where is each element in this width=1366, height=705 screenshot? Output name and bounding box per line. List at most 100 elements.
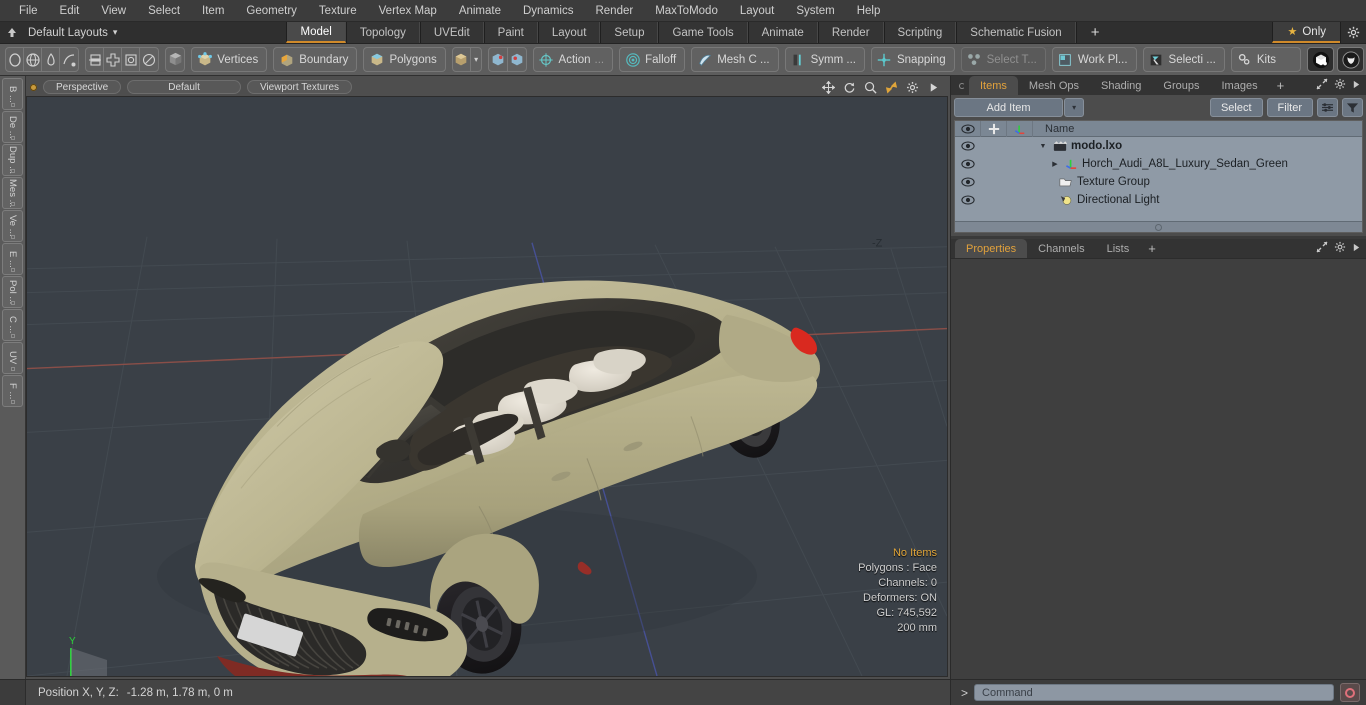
globe-icon[interactable] [24,48,43,71]
tab-items[interactable]: Items [969,76,1018,95]
menu-item-dynamics[interactable]: Dynamics [512,0,584,22]
pen-icon[interactable] [42,48,61,71]
boundary-button[interactable]: Boundary [273,47,358,72]
row-visibility-eye-icon[interactable] [955,159,981,169]
default-layouts-dropdown[interactable]: Default Layouts ▾ [24,22,127,43]
left-tab-vertex[interactable]: Ve ... [2,210,23,242]
kits-button[interactable]: Kits [1230,47,1302,72]
eye-icon[interactable] [955,120,981,137]
viewport-view-mode[interactable]: Perspective [43,80,122,94]
tab-schematic-fusion[interactable]: Schematic Fusion [956,22,1076,43]
paint-a-icon[interactable] [489,48,508,71]
tree-item-mesh[interactable]: ▶ Horch_Audi_A8L_Luxury_Sedan_Green [1033,158,1362,170]
select-button[interactable]: Select [1209,98,1263,117]
cross-icon[interactable] [104,48,123,71]
left-tab-edge[interactable]: E ... [2,243,23,275]
table-row[interactable]: ▶ Horch_Audi_A8L_Luxury_Sedan_Green [955,155,1362,173]
menu-item-maxtomodo[interactable]: MaxToModo [644,0,729,22]
gear-icon[interactable] [1334,78,1346,93]
table-row[interactable]: Texture Group [955,173,1362,191]
zoom-icon[interactable] [863,80,877,94]
row-visibility-eye-icon[interactable] [955,195,981,205]
tab-images[interactable]: Images [1211,76,1269,95]
menu-item-render[interactable]: Render [584,0,644,22]
tab-topology[interactable]: Topology [345,22,420,43]
viewport-shading-mode[interactable]: Viewport Textures [246,80,353,94]
tab-animate[interactable]: Animate [747,22,818,43]
record-icon[interactable] [1340,683,1360,702]
viewport-active-dot[interactable] [30,83,37,91]
pan-icon[interactable] [821,80,835,94]
vertices-button[interactable]: Vertices [191,47,268,72]
left-tab-curve[interactable]: C ... [2,309,23,341]
only-toggle[interactable]: ★ Only [1272,22,1341,43]
gear-icon[interactable] [1340,22,1366,43]
expander-icon[interactable]: ▼ [1037,143,1049,150]
polygons-button[interactable]: Polygons [363,47,446,72]
tab-properties[interactable]: Properties [955,239,1028,258]
falloff-button[interactable]: Falloff [619,47,686,72]
home-arrow-icon[interactable] [0,22,24,43]
expand-icon[interactable] [1316,241,1328,256]
3d-viewport[interactable]: -Z Y No Items Polygons: Face Channels: … [26,96,948,677]
menu-item-edit[interactable]: Edit [49,0,91,22]
tab-uvedit[interactable]: UVEdit [419,22,484,43]
tab-mesh-ops[interactable]: Mesh Ops [1018,76,1090,95]
rotate-icon[interactable] [842,80,856,94]
lock-icon[interactable] [981,120,1007,137]
filter-button[interactable]: Filter [1266,98,1313,117]
menu-item-layout[interactable]: Layout [729,0,786,22]
fit-icon[interactable] [884,80,898,94]
items-tree-scrollbar[interactable] [955,221,1362,232]
list-options-icon[interactable] [1317,98,1338,117]
menu-item-file[interactable]: File [8,0,49,22]
chevron-down-icon[interactable]: ▾ [471,48,482,71]
cube-icon[interactable] [166,48,184,71]
curve-icon[interactable] [60,48,78,71]
circle-icon[interactable] [6,48,25,71]
symmetry-button[interactable]: Symm ... [784,47,865,72]
ellipse-icon[interactable] [140,48,158,71]
tab-render[interactable]: Render [817,22,884,43]
selection-cube-icon[interactable] [453,48,471,71]
tab-setup[interactable]: Setup [600,22,659,43]
square-center-icon[interactable] [122,48,141,71]
gear-icon[interactable] [905,80,919,94]
tab-paint[interactable]: Paint [483,22,538,43]
tab-layout[interactable]: Layout [537,22,601,43]
command-input[interactable]: Command [974,684,1334,701]
scroll-handle-icon[interactable] [1155,223,1162,231]
action-center-button[interactable]: Action ... [532,47,614,72]
menu-item-geometry[interactable]: Geometry [235,0,308,22]
tree-item-texture-group[interactable]: Texture Group [1033,176,1362,188]
table-row[interactable]: ▼ modo.lxo [955,137,1362,155]
tab-shading[interactable]: Shading [1090,76,1152,95]
menu-item-item[interactable]: Item [191,0,235,22]
unreal-icon[interactable] [1337,47,1365,72]
menu-item-help[interactable]: Help [846,0,892,22]
left-tab-basic[interactable]: B ... [2,78,23,110]
tab-game-tools[interactable]: Game Tools [658,22,748,43]
left-tab-polygon[interactable]: Pol ... [2,276,23,308]
tree-item-directional-light[interactable]: Directional Light [1033,194,1362,206]
tab-channels[interactable]: Channels [1027,239,1095,258]
items-tree[interactable]: Name ▼ modo.lxo ▶ Horch_Audi_A8L_Luxury_… [954,120,1363,233]
play-icon[interactable] [926,80,940,94]
row-visibility-eye-icon[interactable] [955,177,981,187]
expand-icon[interactable] [1316,78,1328,93]
gear-icon[interactable] [1334,241,1346,256]
paint-b-icon[interactable] [508,48,526,71]
tab-lists[interactable]: Lists [1096,239,1141,258]
menu-item-view[interactable]: View [90,0,137,22]
add-item-button[interactable]: Add Item [954,98,1064,117]
left-tab-uv[interactable]: UV [2,342,23,374]
panel-menu-dot[interactable] [955,76,969,95]
left-tab-fusion[interactable]: F ... [2,375,23,407]
left-tab-duplicate[interactable]: Dup ... [2,144,23,176]
tab-scripting[interactable]: Scripting [883,22,957,43]
expander-icon[interactable]: ▶ [1049,160,1061,168]
work-plane-button[interactable]: Work Pl... [1051,47,1137,72]
selection-set-button[interactable]: Selecti ... [1142,47,1225,72]
add-tab-button[interactable]: + [1075,22,1114,43]
tab-groups[interactable]: Groups [1152,76,1210,95]
